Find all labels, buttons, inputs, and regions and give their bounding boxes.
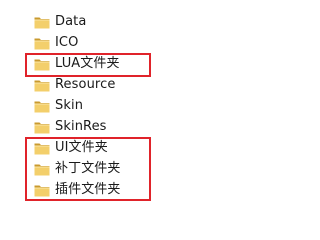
folder-item-resource[interactable]: Resource [34, 75, 115, 95]
folder-name: LUA文件夹 [55, 56, 120, 71]
folder-item-skinres[interactable]: SkinRes [34, 117, 107, 137]
folder-icon [34, 164, 50, 176]
folder-icon [34, 122, 50, 134]
folder-item-lua[interactable]: LUA文件夹 [34, 54, 120, 74]
folder-item-plugin[interactable]: 插件文件夹 [34, 180, 121, 200]
folder-icon [34, 143, 50, 155]
folder-item-skin[interactable]: Skin [34, 96, 83, 116]
folder-name: Resource [55, 77, 116, 92]
folder-item-patch[interactable]: 补丁文件夹 [34, 159, 121, 179]
folder-icon [34, 59, 50, 71]
folder-icon [34, 38, 50, 50]
folder-name: UI文件夹 [55, 140, 108, 155]
folder-name: Data [55, 14, 87, 29]
folder-item-ico[interactable]: ICO [34, 33, 78, 53]
folder-item-ui[interactable]: UI文件夹 [34, 138, 108, 158]
folder-list: Data ICO LUA文件夹 Resource Skin SkinRes UI… [0, 0, 309, 207]
folder-icon [34, 17, 50, 29]
folder-icon [34, 185, 50, 197]
folder-icon [34, 101, 50, 113]
folder-name: SkinRes [55, 119, 107, 134]
folder-name: ICO [55, 35, 79, 50]
folder-name: 补丁文件夹 [55, 161, 121, 176]
folder-name: 插件文件夹 [55, 182, 121, 197]
folder-icon [34, 80, 50, 92]
folder-name: Skin [55, 98, 84, 113]
folder-item-data[interactable]: Data [34, 12, 86, 32]
